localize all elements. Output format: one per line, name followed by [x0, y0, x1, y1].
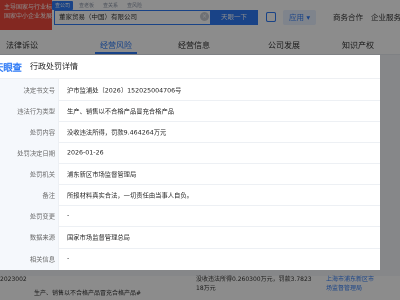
detail-label: 处罚变更 [29, 213, 55, 220]
detail-value: 生产、销售以不合格产品冒充合格产品 [67, 108, 175, 115]
detail-row-decision-date: 处罚决定日期 2026-01-26 [0, 142, 380, 164]
detail-value: - [67, 212, 70, 219]
detail-label: 处罚决定日期 [17, 150, 55, 157]
detail-label-cell: 相关信息 [0, 248, 59, 270]
detail-row-penalty-content: 处罚内容 没收违法所得，罚款9.464264万元 [0, 121, 380, 143]
detail-label-cell: 处罚机关 [0, 163, 59, 184]
detail-row-data-source: 数据来源 国家市场监督管理总局 [0, 226, 380, 249]
detail-row-penalty-change: 处罚变更 - [0, 205, 380, 227]
detail-row-authority: 处罚机关 浦东新区市场监督管理局 [0, 163, 380, 185]
detail-label: 处罚机关 [29, 171, 55, 178]
detail-label-cell: 处罚内容 [0, 121, 59, 142]
detail-label: 处罚内容 [29, 129, 55, 136]
detail-label: 数据来源 [29, 234, 55, 242]
detail-label: 违法行为类型 [17, 108, 55, 115]
detail-label: 相关信息 [29, 256, 55, 264]
detail-label-cell: 备注 [0, 184, 59, 205]
detail-label-cell: 处罚变更 [0, 205, 59, 226]
detail-label-cell: 决定书文号 [0, 79, 59, 100]
detail-label: 决定书文号 [23, 87, 55, 94]
detail-value: 国家市场监督管理总局 [67, 234, 130, 242]
detail-label-cell: 处罚决定日期 [0, 142, 59, 163]
detail-value: 2026-01-26 [67, 149, 104, 156]
modal-title: 行政处罚详情 [30, 62, 78, 71]
detail-row-decision-number: 决定书文号 沪市监浦处〔2026〕152025004706号 [0, 79, 380, 101]
detail-value: 沪市监浦处〔2026〕152025004706号 [67, 87, 182, 94]
tianyancha-logo: 天眼查 [0, 63, 22, 74]
detail-value: 浦东新区市场监督管理局 [67, 171, 137, 178]
detail-label-cell: 数据来源 [0, 226, 59, 248]
modal-header: 天眼查 行政处罚详情 [0, 55, 380, 79]
detail-row-violation-type: 违法行为类型 生产、销售以不合格产品冒充合格产品 [0, 100, 380, 122]
detail-row-remarks: 备注 所报材料真实合法，一切责任由当事人自负。 [0, 184, 380, 206]
penalty-detail-modal: 天眼查 行政处罚详情 决定书文号 沪市监浦处〔2026〕152025004706… [0, 55, 380, 270]
detail-value: 没收违法所得，罚款9.464264万元 [67, 129, 167, 136]
detail-label-cell: 违法行为类型 [0, 100, 59, 121]
detail-value: - [67, 255, 70, 263]
detail-row-related-info: 相关信息 - [0, 248, 380, 270]
detail-label: 备注 [42, 192, 55, 199]
detail-value: 所报材料真实合法，一切责任由当事人自负。 [67, 192, 193, 199]
